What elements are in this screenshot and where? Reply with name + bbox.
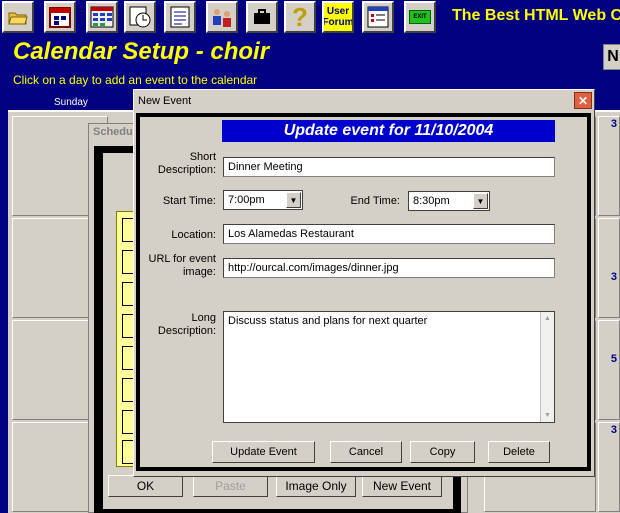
exit-button[interactable]: EXIT bbox=[404, 1, 436, 33]
right-edge-button[interactable]: N bbox=[603, 44, 620, 70]
calendar-day-cell[interactable]: 3 bbox=[598, 218, 620, 318]
end-time-select[interactable]: 8:30pm ▼ bbox=[408, 191, 490, 211]
start-time-value: 7:00pm bbox=[228, 194, 265, 206]
long-description-label: Long Description: bbox=[157, 312, 216, 337]
dialog-titlebar[interactable]: New Event ✕ bbox=[134, 90, 594, 112]
location-label: Location: bbox=[171, 229, 216, 241]
scroll-up-icon[interactable]: ▲ bbox=[541, 312, 554, 325]
calendar-day-cell[interactable]: 5 bbox=[598, 320, 620, 420]
briefcase-icon[interactable] bbox=[246, 1, 278, 33]
dialog-body: Update event for 11/10/2004 Short Descri… bbox=[140, 117, 587, 467]
ok-button[interactable]: OK bbox=[108, 475, 183, 497]
forum-button[interactable]: User Forum bbox=[322, 1, 354, 33]
page-hint: Click on a day to add an event to the ca… bbox=[13, 73, 258, 87]
document-icon[interactable] bbox=[164, 1, 196, 33]
dialog-heading: Update event for 11/10/2004 bbox=[222, 120, 555, 142]
brand-title: The Best HTML Web C bbox=[452, 7, 620, 24]
end-time-label: End Time: bbox=[350, 195, 400, 207]
image-only-button[interactable]: Image Only bbox=[276, 475, 356, 497]
day-number: 3 bbox=[610, 424, 617, 436]
forum-label-line2: Forum bbox=[322, 17, 354, 28]
grid-icon[interactable] bbox=[86, 1, 118, 33]
exit-label: EXIT bbox=[409, 10, 431, 24]
textarea-scrollbar[interactable]: ▲ ▼ bbox=[540, 312, 554, 422]
delete-button[interactable]: Delete bbox=[488, 441, 550, 463]
dialog-title: New Event bbox=[138, 95, 192, 107]
forum-label-line1: User bbox=[326, 6, 350, 17]
schedule-clock-icon[interactable] bbox=[124, 1, 156, 33]
help-glyph: ? bbox=[292, 2, 308, 32]
new-event-dialog: New Event ✕ Update event for 11/10/2004 … bbox=[133, 89, 595, 477]
users-icon[interactable] bbox=[206, 1, 238, 33]
short-description-input[interactable]: Dinner Meeting bbox=[223, 157, 555, 177]
scroll-down-icon[interactable]: ▼ bbox=[541, 409, 554, 422]
calendar-day-cell[interactable]: 3 bbox=[598, 116, 620, 216]
copy-button[interactable]: Copy bbox=[410, 441, 475, 463]
form-icon[interactable] bbox=[362, 1, 394, 33]
short-description-label: Short Description: bbox=[157, 151, 216, 176]
open-folder-icon[interactable] bbox=[2, 1, 34, 33]
image-url-label: URL for event image: bbox=[148, 253, 216, 278]
update-event-button[interactable]: Update Event bbox=[212, 441, 315, 463]
day-number: 5 bbox=[610, 353, 617, 365]
calendar-day-cell[interactable]: 3 bbox=[598, 422, 620, 512]
cancel-button[interactable]: Cancel bbox=[330, 441, 402, 463]
dialog-frame: Update event for 11/10/2004 Short Descri… bbox=[136, 113, 591, 471]
help-icon[interactable]: ? bbox=[284, 1, 316, 33]
end-time-value: 8:30pm bbox=[413, 195, 450, 207]
day-header-sunday: Sunday bbox=[54, 97, 88, 108]
day-number: 3 bbox=[610, 271, 617, 283]
chevron-down-icon[interactable]: ▼ bbox=[473, 193, 488, 209]
start-time-select[interactable]: 7:00pm ▼ bbox=[223, 190, 303, 210]
long-description-value: Discuss status and plans for next quarte… bbox=[228, 315, 428, 327]
location-input[interactable]: Los Alamedas Restaurant bbox=[223, 224, 555, 244]
toolbar: ? User Forum EXIT The Best HTML Web C bbox=[0, 0, 620, 36]
day-number: 3 bbox=[610, 118, 617, 130]
chevron-down-icon[interactable]: ▼ bbox=[286, 192, 301, 208]
long-description-textarea[interactable]: Discuss status and plans for next quarte… bbox=[223, 311, 555, 423]
paste-button[interactable]: Paste bbox=[193, 475, 268, 497]
new-event-button[interactable]: New Event bbox=[362, 475, 442, 497]
schedule-dialog-title: Schedu bbox=[93, 126, 133, 138]
calendar-icon[interactable] bbox=[44, 1, 76, 33]
image-url-input[interactable]: http://ourcal.com/images/dinner.jpg bbox=[223, 258, 555, 278]
close-icon[interactable]: ✕ bbox=[574, 92, 592, 109]
page-title: Calendar Setup - choir bbox=[13, 38, 270, 65]
start-time-label: Start Time: bbox=[162, 195, 216, 207]
